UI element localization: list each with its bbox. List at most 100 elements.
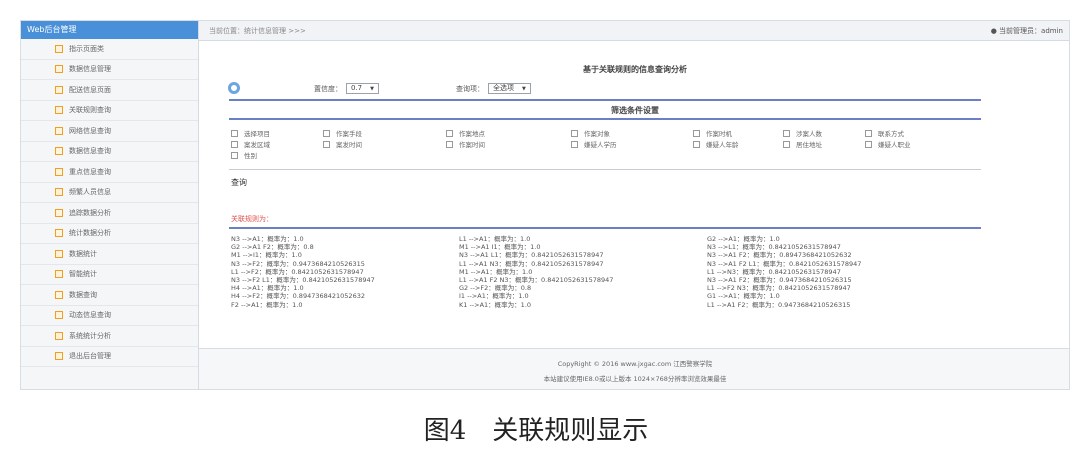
footer-note: 本站建议使用IE8.0或以上版本 1024×768分辨率浏览效果最佳 [543, 375, 727, 383]
folder-icon [55, 311, 63, 320]
filter-checkbox[interactable]: 联系方式 [865, 128, 904, 138]
sidebar-item-label: 统计数据分析 [69, 229, 111, 238]
filter-checkbox[interactable]: 案发区域 [231, 139, 270, 149]
divider [229, 227, 981, 229]
folder-icon [55, 188, 63, 197]
sidebar-item-label: 数据查询 [69, 290, 97, 299]
filter-checkbox[interactable]: 作案时机 [693, 128, 732, 138]
sidebar-item[interactable]: 统计数据分析 [21, 224, 198, 244]
filter-checkbox[interactable]: 嫌疑人年龄 [693, 139, 739, 149]
rule-line: K1 -->A1：概率为：1.0 [459, 300, 532, 309]
divider [229, 118, 981, 120]
filter-checkbox[interactable]: 居住地址 [783, 139, 822, 149]
sidebar-item[interactable]: 系统统计分析 [21, 326, 198, 347]
sidebar-item[interactable]: 智能统计 [21, 265, 198, 285]
sidebar-item[interactable]: 重点信息查询 [21, 162, 198, 183]
confidence-select[interactable]: 0.7 ▼ [346, 83, 379, 94]
filter-checkbox[interactable]: 嫌疑人学历 [571, 139, 617, 149]
filter-checkbox[interactable]: 性别 [231, 150, 257, 160]
checkbox-label: 嫌疑人学历 [584, 141, 617, 149]
checkbox-label: 作案时间 [459, 141, 485, 149]
page-title: 基于关联规则的信息查询分析 [583, 65, 687, 74]
query-button[interactable]: 查询 [231, 177, 247, 188]
footer: CopyRight © 2016 www.jxgac.com 江西警察学院 本站… [199, 348, 1069, 389]
rule-line: M1 -->A1：概率为：1.0 [459, 267, 533, 276]
folder-icon [55, 352, 63, 361]
checkbox-box[interactable] [865, 129, 872, 137]
filter-checkbox[interactable]: 嫌疑人职业 [865, 139, 911, 149]
rule-line: L1 -->A1 N3：概率为：0.8421052631578947 [459, 259, 604, 268]
checkbox-box[interactable] [231, 140, 238, 148]
rule-line: N3 -->A1 F2：概率为：0.9473684210526315 [707, 276, 852, 285]
chevron-down-icon: ▼ [370, 86, 374, 92]
checkbox-box[interactable] [571, 129, 578, 137]
checkbox-box[interactable] [693, 129, 700, 137]
checkbox-box[interactable] [231, 129, 238, 137]
breadcrumb: 当前位置：统计信息管理 >>> [209, 26, 306, 35]
checkbox-box[interactable] [323, 129, 330, 137]
checkbox-box[interactable] [231, 151, 238, 159]
checkbox-label: 案发时间 [336, 141, 362, 149]
figure-caption: 图4 关联规则显示 [423, 416, 649, 446]
sidebar-menu: 指示页面类数据信息管理 配送信息页面关联规则查询 网络信息查询数据信息查询重点信息查… [21, 39, 198, 367]
query-item-select[interactable]: 全选项 ▼ [488, 83, 531, 94]
folder-icon [55, 290, 63, 299]
sidebar-item[interactable]: 数据信息查询 [21, 142, 198, 162]
folder-icon [55, 44, 63, 53]
folder-icon [55, 229, 63, 238]
folder-icon [55, 331, 63, 340]
checkbox-label: 作案地点 [459, 130, 485, 138]
checkbox-box[interactable] [693, 140, 700, 148]
folder-icon [55, 208, 63, 217]
checkbox-label: 居住地址 [796, 141, 822, 149]
sidebar-item[interactable]: 指示页面类 [21, 39, 198, 60]
filter-checkbox[interactable]: 涉案人数 [783, 128, 822, 138]
filter-checkbox[interactable]: 案发时间 [323, 139, 362, 149]
sidebar-item-label: 智能统计 [69, 270, 97, 279]
sidebar-item-label: 配送信息页面 [69, 85, 111, 94]
rule-line: N3 -->F2：概率为：0.9473684210526315 [231, 259, 365, 268]
checkbox-box[interactable] [865, 140, 872, 148]
sidebar-item[interactable]: 网络信息查询 [21, 121, 198, 142]
sidebar-item[interactable]: 数据查询 [21, 285, 198, 306]
rule-line: H4 -->F2：概率为：0.8947368421052632 [231, 292, 365, 301]
checkbox-box[interactable] [571, 140, 578, 148]
sidebar-item[interactable]: 数据信息管理 [21, 60, 198, 80]
sidebar-item[interactable]: 关联规则查询 [21, 101, 198, 121]
filter-checkbox[interactable]: 选择项目 [231, 128, 270, 138]
sidebar-item-label: 追踪数据分析 [69, 208, 111, 217]
query-item-value: 全选项 [493, 84, 514, 92]
checkbox-box[interactable] [783, 140, 790, 148]
sidebar-item[interactable]: 配送信息页面 [21, 80, 198, 101]
sidebar-item[interactable]: 动态信息查询 [21, 306, 198, 326]
sidebar-item[interactable]: 频繁人员信息 [21, 183, 198, 203]
sidebar-item[interactable]: 数据统计 [21, 244, 198, 265]
sidebar-item-label: 指示页面类 [69, 44, 104, 53]
settings-icon[interactable] [228, 82, 240, 94]
checkbox-box[interactable] [323, 140, 330, 148]
current-admin[interactable]: ● 当前管理员：admin [991, 26, 1063, 36]
results-column-2: L1 -->A1：概率为：1.0 M1 -->A1 I1：概率为：1.0 N3 --… [459, 235, 613, 309]
rule-line: L1 -->A1：概率为：1.0 [459, 235, 531, 243]
filter-checkbox[interactable]: 作案对象 [571, 128, 610, 138]
filter-checkbox[interactable]: 作案地点 [446, 128, 485, 138]
sidebar-item[interactable]: 退出后台管理 [21, 347, 198, 367]
filter-checkbox[interactable]: 作案时间 [446, 139, 485, 149]
checkbox-box[interactable] [783, 129, 790, 137]
sidebar-item-label: 数据信息查询 [69, 147, 111, 156]
rule-line: N3 -->A1 F2 L1：概率为：0.8421052631578947 [707, 259, 862, 268]
results-label: 关联规则为： [231, 215, 273, 223]
rule-line: I1 -->A1：概率为：1.0 [459, 292, 529, 301]
checkbox-box[interactable] [446, 129, 453, 137]
checkbox-box[interactable] [446, 140, 453, 148]
folder-icon [55, 85, 63, 94]
sidebar-item[interactable]: 追踪数据分析 [21, 203, 198, 224]
results-column-3: G2 -->A1：概率为：1.0 N3 -->L1：概率为：0.842105263… [707, 235, 861, 309]
checkbox-label: 案发区域 [244, 141, 270, 149]
sidebar-item-label: 系统统计分析 [69, 331, 111, 340]
folder-icon [55, 126, 63, 135]
copyright: CopyRight © 2016 www.jxgac.com 江西警察学院 [557, 360, 713, 368]
sidebar-item-label: 数据信息管理 [69, 65, 111, 74]
sidebar-item-label: 频繁人员信息 [69, 188, 111, 197]
filter-checkbox[interactable]: 作案手段 [323, 128, 362, 138]
